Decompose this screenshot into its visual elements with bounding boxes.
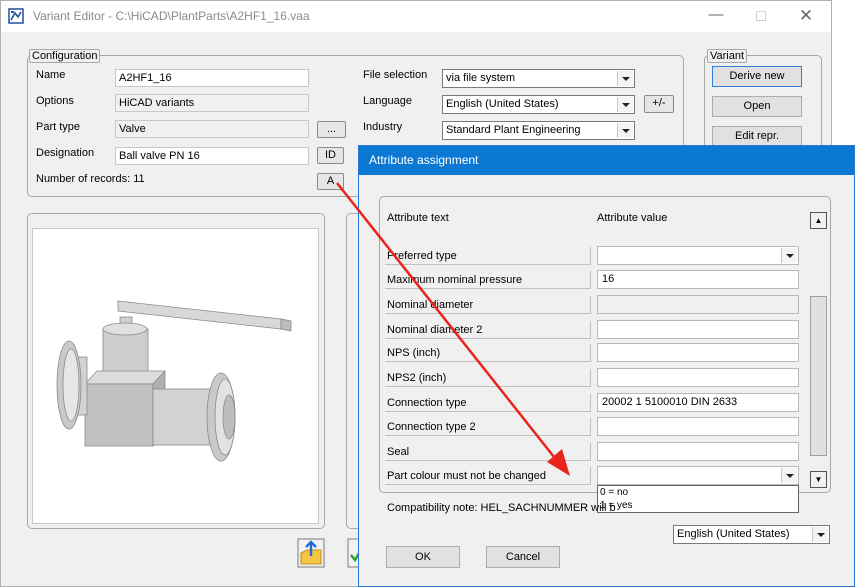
annotation-arrow bbox=[336, 182, 570, 476]
arrow-line bbox=[336, 182, 559, 463]
